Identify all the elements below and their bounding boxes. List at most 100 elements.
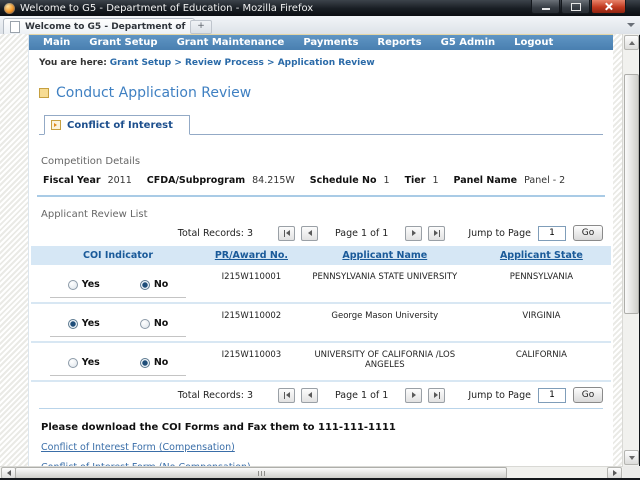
- coi-no-radio[interactable]: [140, 358, 150, 368]
- jump-to-page-label: Jump to Page: [468, 228, 531, 239]
- table-row: Yes No I215W110003 UNIVERSITY OF CALIFOR…: [31, 342, 611, 381]
- minimize-icon: [542, 8, 550, 10]
- next-page-icon: [412, 230, 416, 236]
- first-page-icon: [284, 392, 285, 399]
- first-page-button[interactable]: [278, 226, 295, 241]
- browser-tab-title: Welcome to G5 - Department of Edu...: [25, 22, 188, 32]
- pager-bottom: Total Records: 3 Page 1 of 1 Jump to Pag…: [39, 387, 603, 403]
- scroll-down-button[interactable]: [624, 450, 639, 465]
- window-controls: [530, 0, 626, 14]
- header-coi-indicator: COI Indicator: [31, 246, 205, 265]
- jump-to-page-input[interactable]: [538, 226, 566, 241]
- pr-award-cell: I215W110003: [205, 342, 298, 381]
- next-page-icon: [412, 392, 416, 398]
- nav-item-grant-maintenance[interactable]: Grant Maintenance: [177, 35, 285, 50]
- field-cfda-subprogram: CFDA/Subprogram 84.215W: [147, 175, 295, 186]
- prev-page-button[interactable]: [301, 226, 318, 241]
- next-page-button[interactable]: [405, 388, 422, 403]
- tab-list-dropdown-icon[interactable]: [627, 23, 635, 27]
- header-applicant-state[interactable]: Applicant State: [472, 246, 611, 265]
- nav-item-reports[interactable]: Reports: [377, 35, 421, 50]
- pr-award-cell: I215W110001: [205, 265, 298, 303]
- nav-item-main[interactable]: Main: [43, 35, 70, 50]
- vertical-scrollbar[interactable]: [622, 34, 639, 466]
- title-bullet-icon: [39, 88, 49, 98]
- coi-no-radio[interactable]: [140, 319, 150, 329]
- coi-no-option[interactable]: No: [140, 318, 168, 329]
- maximize-icon: [571, 3, 581, 11]
- coi-yes-radio[interactable]: [68, 319, 78, 329]
- next-page-button[interactable]: [405, 226, 422, 241]
- arrow-up-icon: [629, 41, 635, 45]
- go-button[interactable]: Go: [573, 225, 603, 241]
- competition-details-label: Competition Details: [41, 156, 601, 167]
- coi-indicator-cell: Yes No: [31, 342, 205, 381]
- field-schedule-no: Schedule No 1: [310, 175, 390, 186]
- field-tier: Tier 1: [405, 175, 439, 186]
- close-icon: [604, 2, 613, 11]
- coi-form-compensation-link[interactable]: Conflict of Interest Form (Compensation): [41, 442, 601, 453]
- nav-item-grant-setup[interactable]: Grant Setup: [89, 35, 157, 50]
- table-row: Yes No I215W110002 George Mason Universi…: [31, 303, 611, 342]
- first-page-icon: [284, 230, 285, 237]
- applicant-review-list-label: Applicant Review List: [41, 209, 601, 220]
- coi-yes-option[interactable]: Yes: [68, 318, 100, 329]
- maximize-button[interactable]: [561, 0, 590, 14]
- arrow-right-icon: [613, 470, 617, 476]
- firefox-icon: [4, 3, 15, 14]
- field-fiscal-year: Fiscal Year 2011: [43, 175, 132, 186]
- last-page-button[interactable]: [428, 226, 445, 241]
- coi-yes-option[interactable]: Yes: [68, 357, 100, 368]
- prev-page-button[interactable]: [301, 388, 318, 403]
- first-page-button[interactable]: [278, 388, 295, 403]
- section-tabrow: Conflict of Interest: [39, 115, 603, 135]
- go-button[interactable]: Go: [573, 387, 603, 403]
- coi-indicator-cell: Yes No: [31, 265, 205, 303]
- header-pr-award-no[interactable]: PR/Award No.: [205, 246, 298, 265]
- nav-item-payments[interactable]: Payments: [303, 35, 358, 50]
- last-page-button[interactable]: [428, 388, 445, 403]
- prev-page-icon: [308, 230, 312, 236]
- jump-to-page-input[interactable]: [538, 388, 566, 403]
- nav-item-g5-admin[interactable]: G5 Admin: [441, 35, 496, 50]
- pr-award-cell: I215W110002: [205, 303, 298, 342]
- page-icon: [10, 21, 20, 33]
- scrollbar-corner: [623, 466, 640, 478]
- coi-yes-option[interactable]: Yes: [68, 279, 100, 290]
- table-header-row: COI Indicator PR/Award No. Applicant Nam…: [31, 246, 611, 265]
- vertical-scrollbar-thumb[interactable]: [624, 74, 639, 314]
- coi-no-option[interactable]: No: [140, 357, 168, 368]
- prev-page-icon: [308, 392, 312, 398]
- total-records-label: Total Records: 3: [178, 228, 253, 239]
- main-navbar: Main Grant Setup Grant Maintenance Payme…: [29, 34, 613, 50]
- coi-fax-instruction: Please download the COI Forms and Fax th…: [41, 422, 601, 433]
- applicant-state-cell: VIRGINIA: [472, 303, 611, 342]
- applicant-state-cell: CALIFORNIA: [472, 342, 611, 381]
- scroll-up-button[interactable]: [624, 35, 639, 50]
- minimize-button[interactable]: [531, 0, 560, 14]
- coi-no-option[interactable]: No: [140, 279, 168, 290]
- coi-no-radio[interactable]: [140, 280, 150, 290]
- new-tab-button[interactable]: +: [190, 20, 212, 34]
- coi-yes-radio[interactable]: [68, 358, 78, 368]
- applicant-review-table: COI Indicator PR/Award No. Applicant Nam…: [31, 246, 611, 382]
- last-page-icon: [434, 230, 438, 236]
- breadcrumb: You are here: Grant Setup > Review Proce…: [29, 50, 613, 68]
- field-panel-name: Panel Name Panel - 2: [453, 175, 565, 186]
- applicant-name-cell: PENNSYLVANIA STATE UNIVERSITY: [298, 265, 472, 303]
- page-title: Conduct Application Review: [56, 85, 251, 101]
- last-page-icon: [434, 392, 438, 398]
- coi-yes-radio[interactable]: [68, 280, 78, 290]
- tab-conflict-of-interest[interactable]: Conflict of Interest: [44, 115, 190, 135]
- close-button[interactable]: [591, 0, 626, 14]
- nav-item-logout[interactable]: Logout: [514, 35, 553, 50]
- total-records-label: Total Records: 3: [178, 390, 253, 401]
- applicant-name-cell: UNIVERSITY OF CALIFORNIA /LOS ANGELES: [298, 342, 472, 381]
- page-title-row: Conduct Application Review: [39, 85, 603, 101]
- tab-label: Conflict of Interest: [67, 120, 173, 131]
- jump-to-page-label: Jump to Page: [468, 390, 531, 401]
- browser-tab[interactable]: Welcome to G5 - Department of Edu...: [3, 18, 195, 34]
- breadcrumb-path[interactable]: Grant Setup > Review Process > Applicati…: [110, 58, 375, 68]
- firefox-window: { "window": { "title": "Welcome to G5 - …: [0, 0, 640, 480]
- header-applicant-name[interactable]: Applicant Name: [298, 246, 472, 265]
